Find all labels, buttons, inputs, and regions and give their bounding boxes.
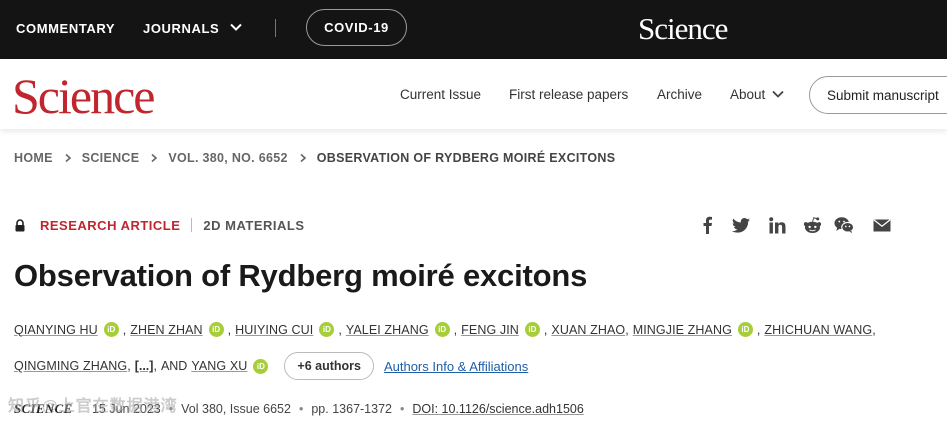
author-link[interactable]: YALEI ZHANG	[346, 323, 429, 337]
separator: ,	[153, 359, 157, 373]
nav-about[interactable]: About	[730, 87, 765, 102]
science-logo[interactable]: Science	[12, 71, 155, 121]
separator: ,	[453, 322, 458, 337]
email-icon[interactable]	[872, 215, 892, 235]
separator: ,	[127, 359, 131, 373]
orcid-icon[interactable]: iD	[319, 322, 335, 337]
breadcrumb-volume[interactable]: VOL. 380, NO. 6652	[168, 151, 287, 165]
nav-current-issue[interactable]: Current Issue	[400, 87, 481, 102]
lock-icon	[15, 218, 25, 231]
expand-authors-ellipsis[interactable]: [...]	[135, 359, 154, 373]
article-title: Observation of Rydberg moiré excitons	[14, 258, 588, 293]
author-link[interactable]: ZHICHUAN WANG	[764, 323, 872, 337]
nav-first-release-papers[interactable]: First release papers	[509, 87, 628, 102]
separator: •	[400, 402, 405, 416]
chevron-down-icon[interactable]	[771, 87, 785, 101]
orcid-icon[interactable]: iD	[253, 358, 269, 374]
author-link[interactable]: QIANYING HU	[14, 323, 98, 337]
nav-archive[interactable]: Archive	[657, 87, 702, 102]
author-list-continued: QINGMING ZHANG , [...] , AND YANG XU iD …	[14, 352, 528, 380]
separator: ,	[122, 322, 127, 337]
separator: ,	[227, 322, 232, 337]
submit-manuscript-button[interactable]: Submit manuscript	[809, 76, 947, 114]
volume-issue[interactable]: Vol 380, Issue 6652	[181, 402, 291, 416]
covid-button[interactable]: COVID-19	[306, 9, 407, 46]
breadcrumb-science[interactable]: SCIENCE	[82, 151, 140, 165]
chevron-right-icon	[300, 153, 306, 163]
separator: •	[168, 402, 174, 416]
chevron-down-icon[interactable]	[229, 20, 243, 34]
and-label: AND	[160, 359, 188, 373]
separator	[80, 402, 83, 416]
linkedin-icon[interactable]	[767, 215, 787, 235]
breadcrumb-current: OBSERVATION OF RYDBERG MOIRÉ EXCITONS	[316, 151, 616, 165]
article-meta: RESEARCH ARTICLE 2D MATERIALS	[14, 216, 305, 234]
orcid-icon[interactable]: iD	[434, 322, 450, 337]
publication-date: 15 Jun 2023	[91, 402, 161, 416]
wechat-icon[interactable]	[834, 215, 854, 235]
more-authors-button[interactable]: +6 authors	[284, 352, 374, 380]
nav-journals[interactable]: JOURNALS	[143, 21, 219, 36]
orcid-icon[interactable]: iD	[737, 322, 753, 337]
orcid-icon[interactable]: iD	[103, 322, 119, 337]
orcid-icon[interactable]: iD	[208, 322, 224, 337]
orcid-icon[interactable]: iD	[524, 322, 540, 337]
main-header: Science Current Issue First release pape…	[0, 59, 947, 129]
separator: ,	[543, 322, 548, 337]
author-link[interactable]: QINGMING ZHANG	[14, 359, 127, 373]
top-bar: COMMENTARY JOURNALS COVID-19 Science	[0, 0, 947, 59]
separator: •	[298, 402, 304, 416]
separator: ,	[625, 322, 629, 337]
breadcrumb-home[interactable]: HOME	[14, 151, 53, 165]
chevron-right-icon	[65, 153, 71, 163]
author-link[interactable]: YANG XU	[191, 359, 247, 373]
author-link[interactable]: ZHEN ZHAN	[130, 323, 202, 337]
separator: ,	[756, 322, 761, 337]
author-link[interactable]: XUAN ZHAO	[551, 323, 625, 337]
doi-link[interactable]: DOI: 10.1126/science.adh1506	[412, 402, 583, 416]
authors-info-affiliations-link[interactable]: Authors Info & Affiliations	[384, 359, 528, 374]
divider	[275, 19, 276, 37]
author-link[interactable]: FENG JIN	[461, 323, 519, 337]
author-list: QIANYING HU iD , ZHEN ZHAN iD , HUIYING …	[14, 322, 880, 337]
separator: ,	[872, 322, 876, 337]
reddit-icon[interactable]	[802, 215, 822, 235]
article-type[interactable]: RESEARCH ARTICLE	[40, 218, 180, 233]
citation-line: SCIENCE 15 Jun 2023 • Vol 380, Issue 665…	[14, 401, 584, 417]
author-link[interactable]: MINGJIE ZHANG	[633, 323, 732, 337]
page-range: pp. 1367-1372	[311, 402, 392, 416]
author-link[interactable]: HUIYING CUI	[235, 323, 313, 337]
journal-name: SCIENCE	[14, 401, 73, 416]
nav-commentary[interactable]: COMMENTARY	[16, 21, 115, 36]
chevron-right-icon	[151, 153, 158, 163]
breadcrumb: HOME SCIENCE VOL. 380, NO. 6652 OBSERVAT…	[14, 150, 615, 166]
separator: ,	[338, 322, 342, 337]
science-brand-logo[interactable]: Science	[638, 11, 728, 47]
facebook-icon[interactable]	[697, 215, 717, 235]
article-subject[interactable]: 2D MATERIALS	[203, 218, 304, 233]
divider	[191, 218, 193, 232]
twitter-icon[interactable]	[731, 215, 751, 235]
